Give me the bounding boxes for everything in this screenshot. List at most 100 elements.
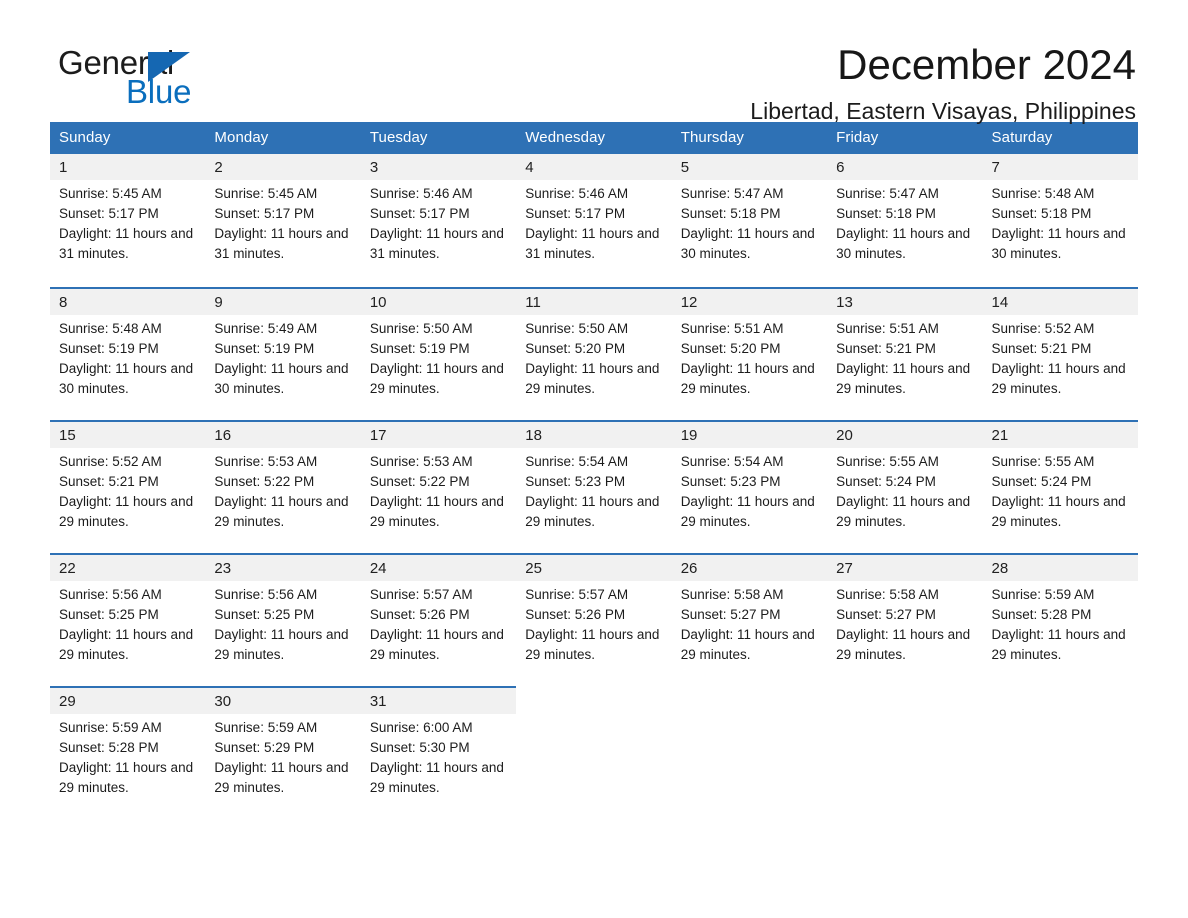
calendar-cell: 28 Sunrise: 5:59 AM Sunset: 5:28 PM Dayligh…: [982, 553, 1138, 687]
day-cell[interactable]: 23 Sunrise: 5:56 AM Sunset: 5:25 PM Dayligh…: [205, 553, 361, 687]
daylight-text: Daylight: 11 hours and 29 minutes.: [991, 627, 1126, 663]
sunset-text: Sunset: 5:27 PM: [836, 607, 936, 623]
calendar-cell: 31 Sunrise: 6:00 AM Sunset: 5:30 PM Dayligh…: [360, 686, 517, 820]
day-number: 28: [982, 555, 1138, 582]
day-cell[interactable]: 20 Sunrise: 5:55 AM Sunset: 5:24 PM Dayligh…: [827, 420, 983, 554]
day-cell[interactable]: 26 Sunrise: 5:58 AM Sunset: 5:27 PM Dayligh…: [671, 553, 828, 687]
day-cell[interactable]: 15 Sunrise: 5:52 AM Sunset: 5:21 PM Dayligh…: [50, 420, 206, 554]
calendar-cell: 29 Sunrise: 5:59 AM Sunset: 5:28 PM Dayligh…: [50, 686, 206, 820]
day-cell[interactable]: 9 Sunrise: 5:49 AM Sunset: 5:19 PM Daylight…: [205, 287, 361, 421]
day-number: [982, 688, 1138, 715]
daylight-text: Daylight: 11 hours and 29 minutes.: [991, 361, 1126, 397]
calendar-cell: 11 Sunrise: 5:50 AM Sunset: 5:20 PM Dayligh…: [516, 287, 672, 421]
sunrise-text: Sunrise: 5:58 AM: [836, 587, 939, 603]
sunrise-text: Sunrise: 5:53 AM: [369, 454, 473, 470]
day-cell[interactable]: 14 Sunrise: 5:52 AM Sunset: 5:21 PM Dayligh…: [982, 287, 1138, 421]
day-details: Sunrise: 5:54 AM Sunset: 5:23 PM Daylight:…: [516, 448, 671, 532]
day-cell[interactable]: 17 Sunrise: 5:53 AM Sunset: 5:22 PM Dayligh…: [360, 420, 517, 554]
day-cell[interactable]: 11 Sunrise: 5:50 AM Sunset: 5:20 PM Dayligh…: [516, 287, 672, 421]
day-cell[interactable]: 19 Sunrise: 5:54 AM Sunset: 5:23 PM Dayligh…: [671, 420, 828, 554]
daylight-text: Daylight: 11 hours and 29 minutes.: [680, 361, 815, 397]
day-cell[interactable]: 10 Sunrise: 5:50 AM Sunset: 5:19 PM Dayligh…: [360, 287, 517, 421]
day-number: 17: [360, 422, 517, 449]
day-details: Sunrise: 5:57 AM Sunset: 5:26 PM Daylight:…: [361, 581, 516, 665]
day-cell[interactable]: 6 Sunrise: 5:47 AM Sunset: 5:18 PM Daylight…: [827, 154, 983, 288]
day-cell[interactable]: 3 Sunrise: 5:46 AM Sunset: 5:17 PM Daylight…: [360, 154, 517, 288]
day-cell[interactable]: 30 Sunrise: 5:59 AM Sunset: 5:29 PM Dayligh…: [205, 686, 361, 820]
sunrise-text: Sunrise: 5:55 AM: [836, 454, 939, 470]
daylight-text: Daylight: 11 hours and 29 minutes.: [525, 494, 660, 530]
sunrise-text: Sunrise: 5:48 AM: [59, 321, 162, 337]
daylight-text: Daylight: 11 hours and 30 minutes.: [59, 361, 194, 397]
day-details: Sunrise: 5:58 AM Sunset: 5:27 PM Daylight:…: [827, 581, 982, 665]
page-title: December 2024: [837, 41, 1136, 88]
day-cell[interactable]: 1 Sunrise: 5:45 AM Sunset: 5:17 PM Daylight…: [50, 154, 206, 288]
calendar-cell: 16 Sunrise: 5:53 AM Sunset: 5:22 PM Dayligh…: [205, 420, 361, 554]
day-number: 26: [671, 555, 828, 582]
day-cell[interactable]: 7 Sunrise: 5:48 AM Sunset: 5:18 PM Daylight…: [982, 154, 1138, 288]
daylight-text: Daylight: 11 hours and 30 minutes.: [214, 361, 349, 397]
day-details: Sunrise: 5:59 AM Sunset: 5:28 PM Daylight:…: [983, 581, 1138, 665]
weekday-header-thursday: Thursday: [671, 122, 828, 155]
day-number: 23: [205, 555, 361, 582]
sunrise-text: Sunrise: 5:53 AM: [214, 454, 318, 470]
day-cell[interactable]: 22 Sunrise: 5:56 AM Sunset: 5:25 PM Dayligh…: [50, 553, 206, 687]
calendar-week-row: 15 Sunrise: 5:52 AM Sunset: 5:21 PM Dayligh…: [50, 420, 1138, 554]
weekday-header-monday: Monday: [205, 122, 361, 155]
sunset-text: Sunset: 5:19 PM: [59, 341, 159, 357]
sunset-text: Sunset: 5:26 PM: [525, 607, 626, 623]
sunrise-text: Sunrise: 5:47 AM: [680, 186, 784, 202]
weekday-header-sunday: Sunday: [50, 122, 206, 155]
day-number: 19: [671, 422, 828, 449]
day-cell[interactable]: 25 Sunrise: 5:57 AM Sunset: 5:26 PM Dayligh…: [516, 553, 672, 687]
day-cell[interactable]: 31 Sunrise: 6:00 AM Sunset: 5:30 PM Dayligh…: [360, 686, 517, 820]
day-cell[interactable]: 21 Sunrise: 5:55 AM Sunset: 5:24 PM Dayligh…: [982, 420, 1138, 554]
daylight-text: Daylight: 11 hours and 29 minutes.: [369, 361, 504, 397]
sunrise-text: Sunrise: 5:59 AM: [991, 587, 1095, 603]
weekday-header-wednesday: Wednesday: [516, 122, 672, 155]
sunrise-text: Sunrise: 5:58 AM: [680, 587, 784, 603]
sunrise-text: Sunrise: 5:56 AM: [59, 587, 162, 603]
calendar-cell: 9 Sunrise: 5:49 AM Sunset: 5:19 PM Daylight…: [205, 287, 361, 421]
sunrise-text: Sunrise: 5:45 AM: [59, 186, 162, 202]
day-cell[interactable]: 27 Sunrise: 5:58 AM Sunset: 5:27 PM Dayligh…: [827, 553, 983, 687]
daylight-text: Daylight: 11 hours and 29 minutes.: [369, 760, 504, 796]
day-details: Sunrise: 5:53 AM Sunset: 5:22 PM Daylight:…: [205, 448, 360, 532]
day-cell[interactable]: 12 Sunrise: 5:51 AM Sunset: 5:20 PM Dayligh…: [671, 287, 828, 421]
sunset-text: Sunset: 5:19 PM: [369, 341, 470, 357]
brand-logo[interactable]: General Blue: [50, 44, 200, 110]
sunset-text: Sunset: 5:28 PM: [991, 607, 1092, 623]
day-cell-empty: [671, 686, 828, 820]
day-details: Sunrise: 5:47 AM Sunset: 5:18 PM Daylight:…: [827, 180, 982, 264]
day-cell[interactable]: 29 Sunrise: 5:59 AM Sunset: 5:28 PM Dayligh…: [50, 686, 206, 820]
day-number: [671, 688, 828, 715]
sunset-text: Sunset: 5:22 PM: [369, 474, 470, 490]
day-details: Sunrise: 5:52 AM Sunset: 5:21 PM Daylight:…: [50, 448, 205, 532]
calendar-cell: 7 Sunrise: 5:48 AM Sunset: 5:18 PM Daylight…: [982, 154, 1138, 288]
day-details: Sunrise: 5:45 AM Sunset: 5:17 PM Daylight:…: [50, 180, 205, 264]
daylight-text: Daylight: 11 hours and 29 minutes.: [369, 627, 504, 663]
sunrise-text: Sunrise: 5:54 AM: [525, 454, 629, 470]
sunset-text: Sunset: 5:27 PM: [680, 607, 781, 623]
day-cell[interactable]: 2 Sunrise: 5:45 AM Sunset: 5:17 PM Daylight…: [205, 154, 361, 288]
sunset-text: Sunset: 5:23 PM: [680, 474, 781, 490]
day-details: Sunrise: 5:56 AM Sunset: 5:25 PM Daylight:…: [50, 581, 205, 665]
day-cell[interactable]: 13 Sunrise: 5:51 AM Sunset: 5:21 PM Dayligh…: [827, 287, 983, 421]
day-cell[interactable]: 24 Sunrise: 5:57 AM Sunset: 5:26 PM Dayligh…: [360, 553, 517, 687]
day-cell[interactable]: 4 Sunrise: 5:46 AM Sunset: 5:17 PM Daylight…: [516, 154, 672, 288]
day-cell[interactable]: 28 Sunrise: 5:59 AM Sunset: 5:28 PM Dayligh…: [982, 553, 1138, 687]
daylight-text: Daylight: 11 hours and 31 minutes.: [59, 226, 194, 262]
calendar-cell: 23 Sunrise: 5:56 AM Sunset: 5:25 PM Dayligh…: [205, 553, 361, 687]
sunrise-text: Sunrise: 5:46 AM: [369, 186, 473, 202]
day-number: [827, 688, 983, 715]
calendar-cell: [671, 686, 828, 820]
day-cell[interactable]: 18 Sunrise: 5:54 AM Sunset: 5:23 PM Dayligh…: [516, 420, 672, 554]
day-cell[interactable]: 8 Sunrise: 5:48 AM Sunset: 5:19 PM Daylight…: [50, 287, 206, 421]
day-cell[interactable]: 16 Sunrise: 5:53 AM Sunset: 5:22 PM Dayligh…: [205, 420, 361, 554]
day-cell[interactable]: 5 Sunrise: 5:47 AM Sunset: 5:18 PM Daylight…: [671, 154, 828, 288]
calendar-cell: 15 Sunrise: 5:52 AM Sunset: 5:21 PM Dayligh…: [50, 420, 206, 554]
day-number: 27: [827, 555, 983, 582]
sunset-text: Sunset: 5:18 PM: [680, 206, 781, 222]
calendar-cell: 19 Sunrise: 5:54 AM Sunset: 5:23 PM Dayligh…: [671, 420, 828, 554]
calendar-cell: 8 Sunrise: 5:48 AM Sunset: 5:19 PM Daylight…: [50, 287, 206, 421]
